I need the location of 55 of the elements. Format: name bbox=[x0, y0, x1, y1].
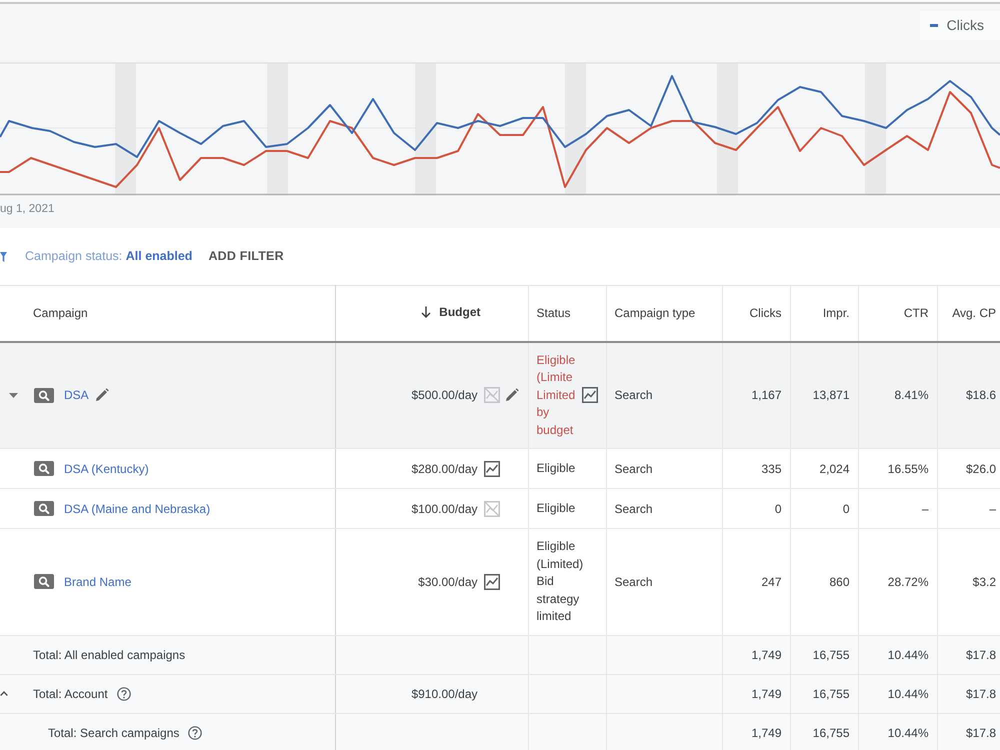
table-cell: 28.72% bbox=[858, 528, 937, 635]
total-label: Total: Account bbox=[33, 686, 108, 702]
table-cell: 1,749 bbox=[722, 713, 790, 750]
table-cell: 1,749 bbox=[722, 674, 790, 713]
edit-icon[interactable] bbox=[94, 388, 109, 402]
trend-chart-icon[interactable] bbox=[484, 460, 500, 476]
table-cell: 16,755 bbox=[790, 713, 858, 750]
search-icon bbox=[34, 574, 54, 590]
budget-value: $280.00/day bbox=[411, 460, 478, 478]
table-cell: 860 bbox=[790, 528, 858, 635]
table-cell: 247 bbox=[722, 528, 790, 635]
table-cell: $3.2 bbox=[937, 528, 1000, 635]
table-cell: $17.8 bbox=[937, 713, 1000, 750]
table-cell: $17.8 bbox=[937, 635, 1000, 674]
table-cell: $17.8 bbox=[937, 674, 1000, 713]
search-icon bbox=[34, 388, 54, 403]
table-cell: 16,755 bbox=[790, 674, 858, 713]
search-icon bbox=[34, 501, 54, 516]
budget-value: $500.00/day bbox=[411, 387, 478, 404]
status-detail: Limited by budget bbox=[536, 386, 576, 438]
campaign-link[interactable]: DSA bbox=[64, 386, 89, 404]
edit-icon[interactable] bbox=[504, 388, 518, 402]
help-icon[interactable] bbox=[188, 726, 202, 740]
campaign-link[interactable]: Brand Name bbox=[64, 572, 132, 591]
total-label: Total: All enabled campaigns bbox=[33, 646, 186, 664]
table-cell: 10.44% bbox=[858, 635, 937, 674]
help-icon[interactable] bbox=[116, 686, 131, 700]
status-text: Eligible bbox=[536, 460, 576, 477]
table-cell: 10.44% bbox=[858, 674, 937, 713]
legend-swatch-icon bbox=[930, 24, 938, 27]
axis-date-label: ug 1, 2021 bbox=[0, 203, 54, 215]
budget-value: $30.00/day bbox=[418, 574, 478, 591]
filter-chip[interactable]: Campaign status: All enabled bbox=[25, 247, 192, 266]
search-icon bbox=[34, 461, 54, 476]
legend-label: Clicks bbox=[946, 16, 984, 35]
status-text: Eligible (Limited) bbox=[536, 538, 584, 572]
table-cell: 16,755 bbox=[790, 635, 858, 674]
status-detail: Bid strategy limited bbox=[536, 573, 580, 625]
chart-legend[interactable]: Clicks bbox=[920, 11, 1000, 40]
campaign-link[interactable]: DSA (Kentucky) bbox=[64, 460, 149, 478]
filter-icon[interactable] bbox=[0, 252, 7, 262]
table-cell: $910.00/day bbox=[335, 674, 528, 713]
status-text: Eligible (Limite bbox=[536, 352, 576, 386]
table-cell: 10.44% bbox=[858, 713, 937, 750]
add-filter-button[interactable]: ADD FILTER bbox=[208, 247, 284, 266]
trend-chart-icon[interactable] bbox=[582, 387, 598, 404]
campaign-link[interactable]: DSA (Maine and Nebraska) bbox=[64, 500, 210, 518]
table-cell: Search bbox=[606, 528, 722, 635]
trend-chart-icon[interactable] bbox=[484, 574, 500, 590]
status-text: Eligible bbox=[536, 500, 576, 517]
caret-icon[interactable] bbox=[8, 392, 18, 398]
caret-icon[interactable] bbox=[0, 691, 8, 696]
table-cell: 1,749 bbox=[722, 635, 790, 674]
budget-value: $100.00/day bbox=[411, 500, 478, 518]
total-label: Total: Search campaigns bbox=[48, 724, 180, 742]
